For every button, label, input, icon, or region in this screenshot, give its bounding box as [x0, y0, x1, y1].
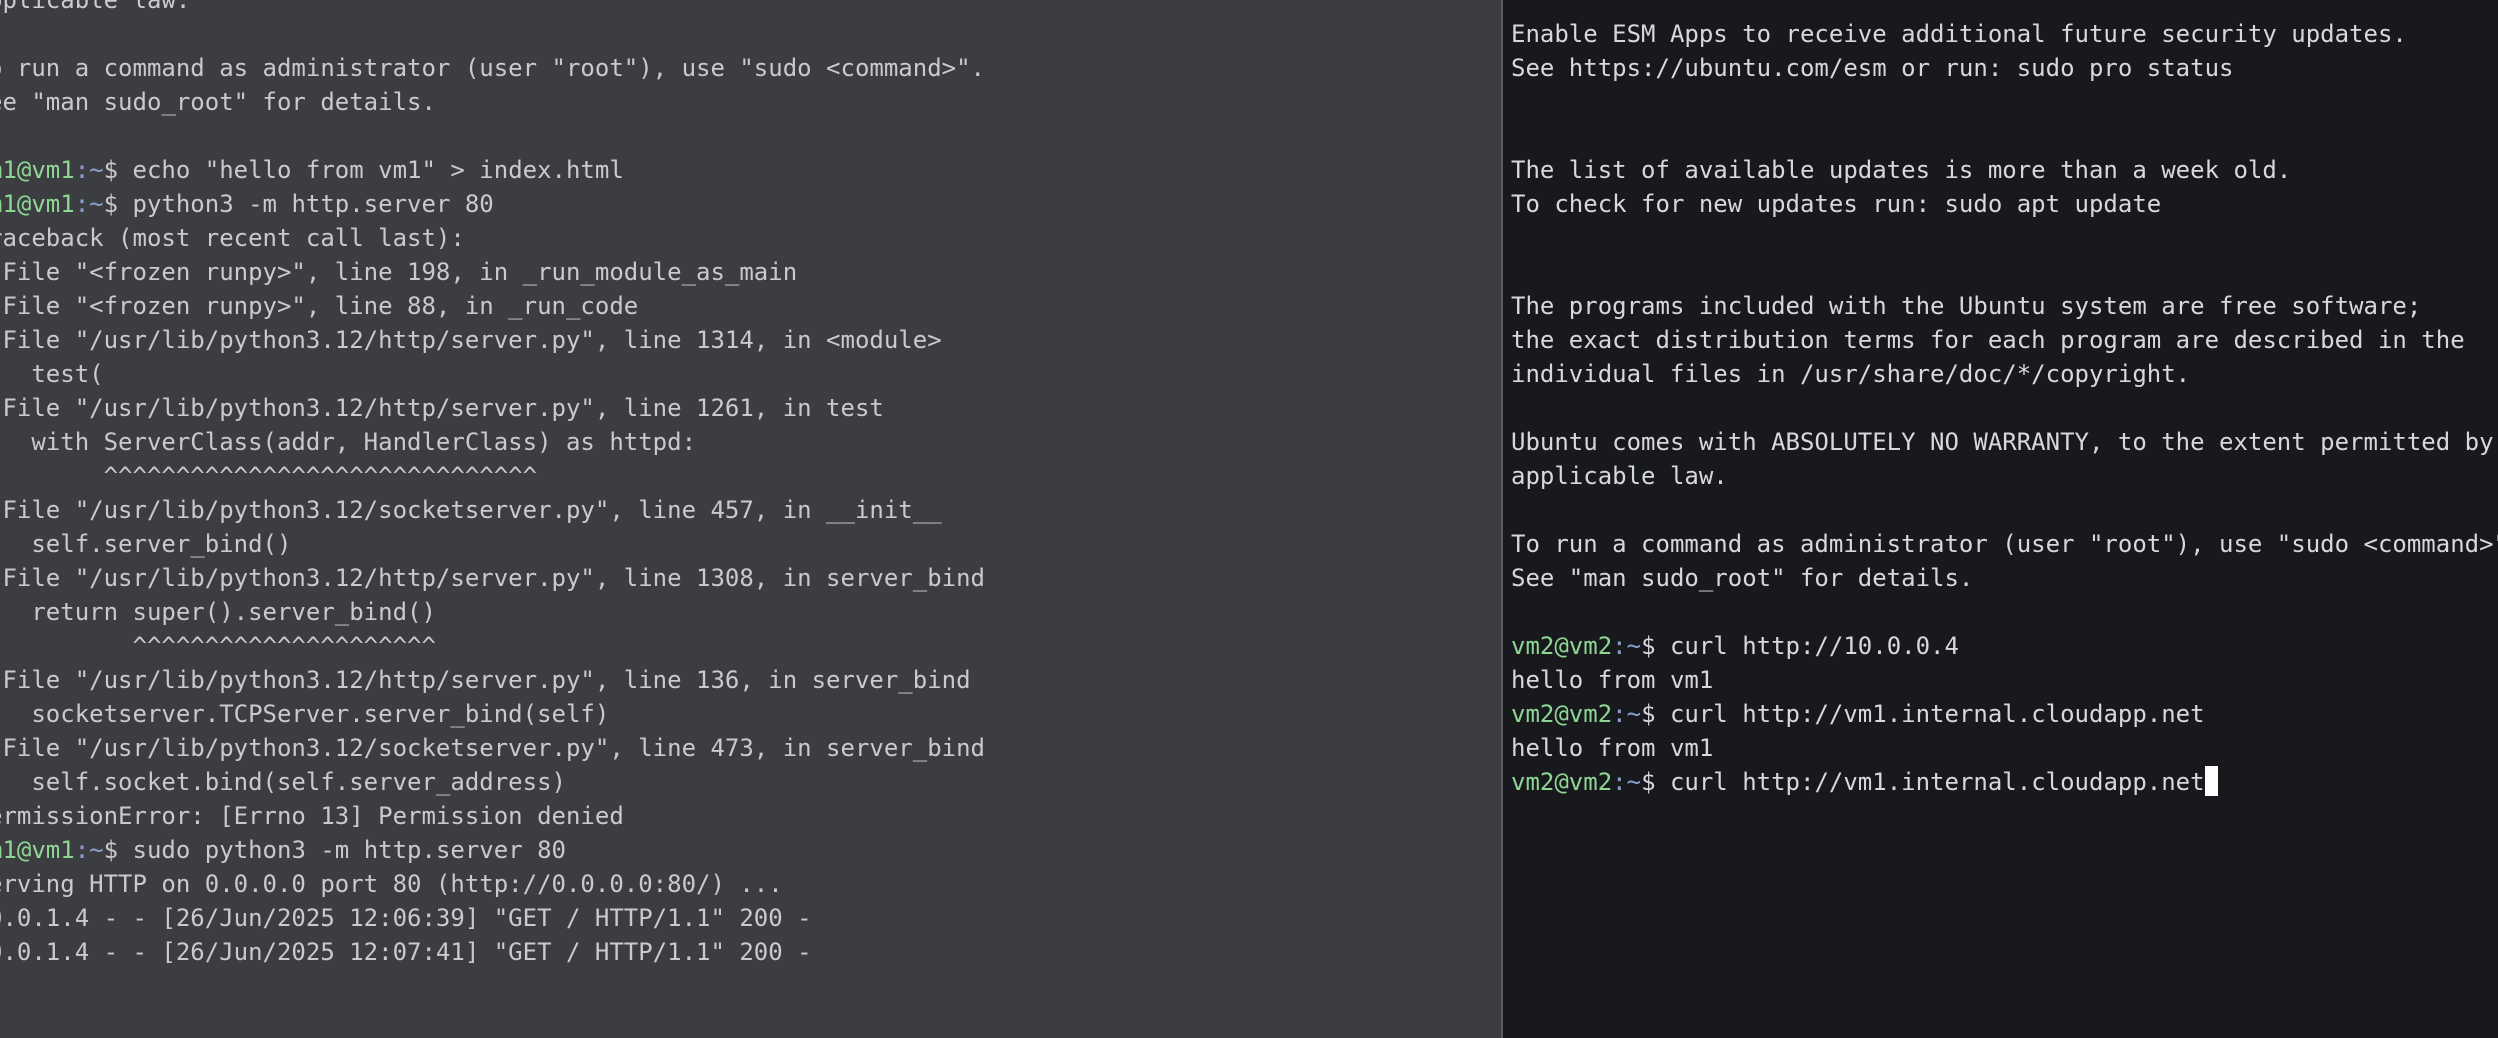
command-text: $ curl http://vm1.internal.cloudapp.net: [1641, 768, 2205, 796]
output-line: self.socket.bind(self.server_address): [0, 768, 566, 796]
output-line: o run a command as administrator (user "…: [0, 54, 985, 82]
prompt-user-host: m1@vm1: [0, 836, 75, 864]
prompt-line: m1@vm1:~$ sudo python3 -m http.server 80: [0, 833, 985, 867]
command-text: $ echo "hello from vm1" > index.html: [103, 156, 624, 184]
prompt-path: :~: [74, 836, 104, 864]
command-text: $ python3 -m http.server 80: [103, 190, 494, 218]
output-line: individual files in /usr/share/doc/*/cop…: [1511, 360, 2191, 388]
prompt-line: vm2@vm2:~$ curl http://vm1.internal.clou…: [1511, 697, 2498, 731]
command-text: $ curl http://vm1.internal.cloudapp.net: [1641, 700, 2205, 728]
output-line: test(: [31, 360, 104, 388]
output-line: File "/usr/lib/python3.12/socketserver.p…: [0, 496, 942, 524]
output-line: with ServerClass(addr, HandlerClass) as …: [0, 428, 697, 456]
output-line: To check for new updates run: sudo apt u…: [1511, 190, 2162, 218]
prompt-user-host: vm2@vm2: [1511, 768, 1613, 796]
output-line: ^^^^^^^^^^^^^^^^^^^^^: [0, 632, 436, 660]
output-line: hello from vm1: [1511, 666, 1714, 694]
output-line: self.server_bind(): [0, 530, 292, 558]
output-line: File "<frozen runpy>", line 88, in _run_…: [0, 292, 639, 320]
prompt-user-host: vm2@vm2: [1511, 632, 1613, 660]
terminal-output-vm2: Enable ESM Apps to receive additional fu…: [1511, 0, 2498, 799]
prompt-path: :~: [1612, 632, 1642, 660]
terminal-output-vm1: pplicable law. o run a command as adminis…: [0, 0, 985, 969]
output-line: socketserver.TCPServer.server_bind(self): [0, 700, 610, 728]
output-line: Enable ESM Apps to receive additional fu…: [1511, 20, 2407, 48]
output-line: 0.0.1.4 - - [26/Jun/2025 12:07:41] "GET …: [0, 938, 812, 966]
output-line: ermissionError: [Errno 13] Permission de…: [0, 802, 624, 830]
output-line: raceback (most recent call last):: [0, 224, 465, 252]
prompt-line: m1@vm1:~$ echo "hello from vm1" > index.…: [0, 153, 985, 187]
output-line: applicable law.: [1511, 462, 1728, 490]
output-line: File "/usr/lib/python3.12/http/server.py…: [0, 564, 985, 592]
output-line: To run a command as administrator (user …: [1511, 530, 2498, 558]
output-line: pplicable law.: [0, 0, 191, 14]
command-text: $ sudo python3 -m http.server 80: [103, 836, 566, 864]
output-line: Ubuntu comes with ABSOLUTELY NO WARRANTY…: [1511, 428, 2494, 456]
prompt-path: :~: [1612, 700, 1642, 728]
output-line: See https://ubuntu.com/esm or run: sudo …: [1511, 54, 2234, 82]
terminal-pane-vm1[interactable]: pplicable law. o run a command as adminis…: [0, 0, 1501, 1038]
output-line: The programs included with the Ubuntu sy…: [1511, 292, 2422, 320]
output-line: 0.0.1.4 - - [26/Jun/2025 12:06:39] "GET …: [0, 904, 812, 932]
output-line: ^^^^^^^^^^^^^^^^^^^^^^^^^^^^^^: [0, 462, 538, 490]
command-text: $ curl http://10.0.0.4: [1641, 632, 1959, 660]
output-line: the exact distribution terms for each pr…: [1511, 326, 2465, 354]
prompt-user-host: m1@vm1: [0, 156, 75, 184]
prompt-line: m1@vm1:~$ python3 -m http.server 80: [0, 187, 985, 221]
prompt-user-host: vm2@vm2: [1511, 700, 1613, 728]
output-line: hello from vm1: [1511, 734, 1714, 762]
prompt-path: :~: [74, 190, 104, 218]
output-line: File "/usr/lib/python3.12/socketserver.p…: [0, 734, 985, 762]
text-cursor[interactable]: [2204, 766, 2218, 796]
prompt-line: vm2@vm2:~$ curl http://10.0.0.4: [1511, 629, 2498, 663]
prompt-user-host: m1@vm1: [0, 190, 75, 218]
output-line: See "man sudo_root" for details.: [1511, 564, 1974, 592]
prompt-path: :~: [1612, 768, 1642, 796]
output-line: File "/usr/lib/python3.12/http/server.py…: [0, 394, 884, 422]
output-line: return super().server_bind(): [0, 598, 436, 626]
output-line: File "/usr/lib/python3.12/http/server.py…: [0, 326, 942, 354]
prompt-line: vm2@vm2:~$ curl http://vm1.internal.clou…: [1511, 765, 2498, 799]
output-line: ee "man sudo_root" for details.: [0, 88, 436, 116]
output-line: erving HTTP on 0.0.0.0 port 80 (http://0…: [0, 870, 783, 898]
terminal-pane-vm2[interactable]: Enable ESM Apps to receive additional fu…: [1503, 0, 2498, 1038]
output-line: The list of available updates is more th…: [1511, 156, 2292, 184]
output-line: File "<frozen runpy>", line 198, in _run…: [0, 258, 798, 286]
output-line: File "/usr/lib/python3.12/http/server.py…: [0, 666, 971, 694]
prompt-path: :~: [74, 156, 104, 184]
